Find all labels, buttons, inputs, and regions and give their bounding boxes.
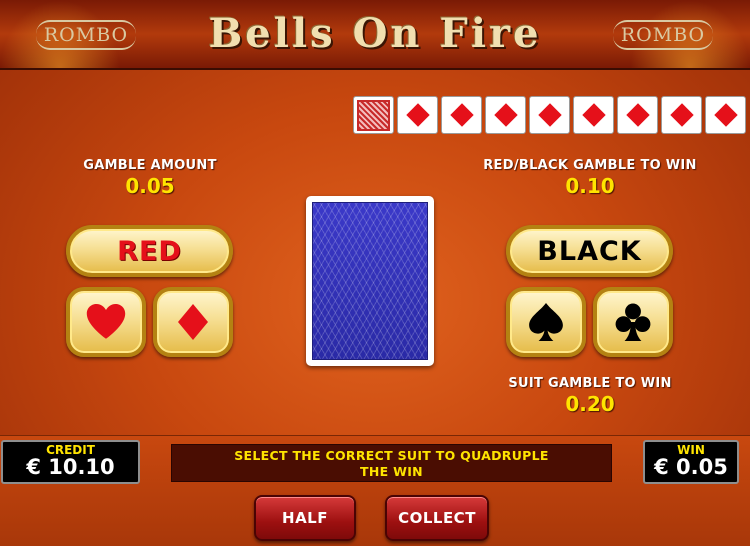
message-box: SELECT THE CORRECT SUIT TO QUADRUPLE THE… bbox=[171, 444, 612, 482]
gamble-amount-value: 0.05 bbox=[125, 174, 175, 198]
game-title: Bells On Fire bbox=[208, 10, 542, 57]
diamond-icon bbox=[493, 103, 518, 127]
diamond-icon bbox=[537, 103, 562, 127]
redblack-gamble-value: 0.10 bbox=[565, 174, 615, 198]
brand-logo-left: ROMBO bbox=[36, 20, 136, 50]
brand-logo-right: ROMBO bbox=[613, 20, 713, 50]
gamble-amount-label: GAMBLE AMOUNT bbox=[83, 158, 217, 173]
black-button-label: BLACK bbox=[537, 235, 642, 267]
diamond-icon bbox=[713, 103, 738, 127]
diamond-icon bbox=[449, 103, 474, 127]
black-button[interactable]: BLACK bbox=[506, 225, 673, 277]
diamond-icon bbox=[178, 304, 208, 340]
diamond-icon bbox=[581, 103, 606, 127]
collect-button-label: COLLECT bbox=[398, 509, 476, 527]
diamond-icon bbox=[669, 103, 694, 127]
history-card-diamond bbox=[397, 96, 438, 134]
card-history bbox=[353, 96, 746, 134]
half-button[interactable]: HALF bbox=[254, 495, 356, 541]
suit-gamble-label: SUIT GAMBLE TO WIN bbox=[508, 376, 672, 391]
club-icon bbox=[615, 303, 651, 341]
heart-suit-button[interactable] bbox=[66, 287, 146, 357]
history-card-back bbox=[353, 96, 394, 134]
history-card-diamond bbox=[441, 96, 482, 134]
suit-gamble-value: 0.20 bbox=[565, 392, 615, 416]
message-line-1: SELECT THE CORRECT SUIT TO QUADRUPLE bbox=[234, 448, 549, 463]
diamond-icon bbox=[405, 103, 430, 127]
redblack-gamble-label: RED/BLACK GAMBLE TO WIN bbox=[483, 158, 697, 173]
win-value: € 0.05 bbox=[654, 455, 728, 479]
red-button-label: RED bbox=[117, 235, 182, 267]
gamble-card-back bbox=[306, 196, 434, 366]
half-button-label: HALF bbox=[282, 509, 328, 527]
message-line-2: THE WIN bbox=[360, 464, 423, 479]
diamond-icon bbox=[625, 103, 650, 127]
red-button[interactable]: RED bbox=[66, 225, 233, 277]
win-box: WIN € 0.05 bbox=[643, 440, 739, 484]
spade-suit-button[interactable] bbox=[506, 287, 586, 357]
credit-value: € 10.10 bbox=[26, 455, 115, 479]
spade-icon bbox=[529, 303, 563, 341]
heart-icon bbox=[86, 304, 126, 339]
history-card-diamond bbox=[661, 96, 702, 134]
game-screen: ROMBO Bells On Fire ROMBO GAMBLE AMOUNT … bbox=[0, 0, 750, 546]
history-card-diamond bbox=[573, 96, 614, 134]
history-card-diamond bbox=[529, 96, 570, 134]
header: ROMBO Bells On Fire ROMBO bbox=[0, 0, 750, 70]
club-suit-button[interactable] bbox=[593, 287, 673, 357]
credit-box: CREDIT € 10.10 bbox=[1, 440, 140, 484]
history-card-diamond bbox=[617, 96, 658, 134]
collect-button[interactable]: COLLECT bbox=[385, 495, 489, 541]
history-card-diamond bbox=[485, 96, 526, 134]
history-card-diamond bbox=[705, 96, 746, 134]
diamond-suit-button[interactable] bbox=[153, 287, 233, 357]
